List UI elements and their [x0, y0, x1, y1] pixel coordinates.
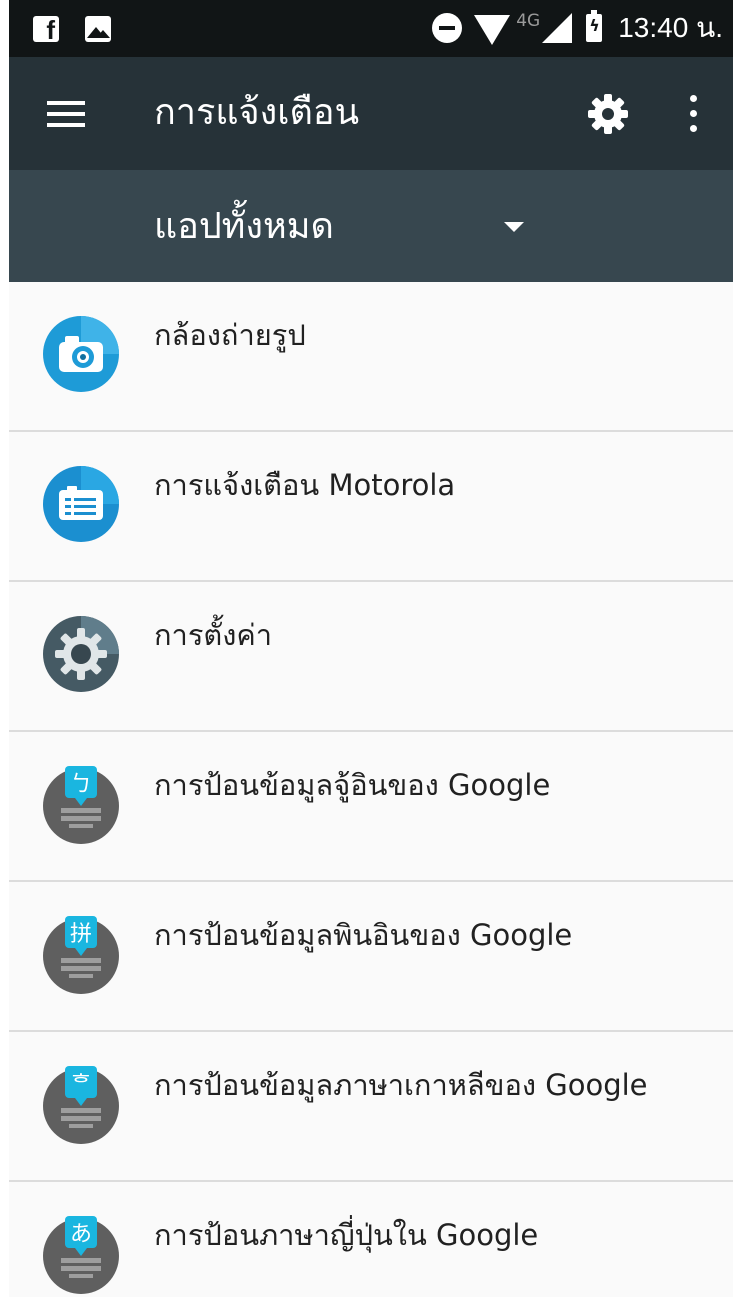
app-name: กล้องถ่ายรูป: [154, 318, 306, 352]
app-toolbar: การแจ้งเตือน: [9, 57, 733, 170]
status-bar-system-icons: 4G ϟ 13:40 น.: [432, 8, 723, 48]
app-name: การป้อนข้อมูลภาษาเกาหลีของ Google: [154, 1068, 648, 1102]
japanese-keyboard-app-icon: あ: [43, 1216, 119, 1294]
do-not-disturb-icon: [432, 13, 463, 43]
list-item-google-zhuyin[interactable]: ㄅ การป้อนข้อมูลจู้อินของ Google: [9, 732, 733, 882]
app-name: การตั้งค่า: [154, 618, 273, 652]
facebook-icon: f: [33, 16, 59, 43]
camera-app-icon: [43, 316, 119, 392]
app-name: การป้อนข้อมูลพินอินของ Google: [154, 918, 573, 952]
list-item-settings[interactable]: การตั้งค่า: [9, 582, 733, 732]
menu-icon[interactable]: [47, 101, 85, 127]
filter-bar: แอปทั้งหมด: [9, 170, 733, 282]
svg-text:ᄒ: ᄒ: [71, 1072, 91, 1097]
status-bar: f 4G ϟ 13:40 น.: [9, 0, 733, 57]
page-title: การแจ้งเตือน: [154, 92, 360, 133]
app-list: กล้องถ่ายรูป การแจ้งเตือน Motorola การตั…: [9, 282, 733, 1297]
motorola-notification-app-icon: [43, 466, 119, 542]
list-item-google-pinyin[interactable]: 拼 การป้อนข้อมูลพินอินของ Google: [9, 882, 733, 1032]
svg-text:拼: 拼: [70, 922, 92, 947]
status-bar-notifications: f: [33, 16, 111, 43]
status-bar-clock: 13:40 น.: [618, 12, 723, 43]
chevron-down-icon: [504, 222, 524, 232]
image-icon: [85, 16, 111, 42]
app-filter-dropdown[interactable]: แอปทั้งหมด: [154, 202, 534, 252]
app-name: การแจ้งเตือน Motorola: [154, 468, 456, 502]
signal-icon: [542, 13, 573, 43]
list-item-google-korean[interactable]: ᄒ การป้อนข้อมูลภาษาเกาหลีของ Google: [9, 1032, 733, 1182]
app-name: การป้อนภาษาญี่ปุ่นใน Google: [154, 1218, 539, 1252]
list-item-motorola-notifications[interactable]: การแจ้งเตือน Motorola: [9, 432, 733, 582]
list-item-google-japanese[interactable]: あ การป้อนภาษาญี่ปุ่นใน Google: [9, 1182, 733, 1297]
app-name: การป้อนข้อมูลจู้อินของ Google: [154, 768, 551, 802]
gear-icon[interactable]: [585, 91, 631, 137]
korean-keyboard-app-icon: ᄒ: [43, 1066, 119, 1144]
pinyin-keyboard-app-icon: 拼: [43, 916, 119, 994]
battery-charging-icon: ϟ: [586, 10, 603, 42]
settings-app-icon: [43, 616, 119, 692]
svg-text:あ: あ: [70, 1222, 92, 1247]
more-options-icon[interactable]: [687, 93, 699, 135]
svg-text:ㄅ: ㄅ: [70, 772, 92, 797]
app-filter-selected: แอปทั้งหมด: [154, 206, 334, 247]
list-item-camera[interactable]: กล้องถ่ายรูป: [9, 282, 733, 432]
zhuyin-keyboard-app-icon: ㄅ: [43, 766, 119, 844]
wifi-icon: [474, 15, 511, 45]
network-type-label: 4G: [516, 11, 541, 31]
notifications-screen: f 4G ϟ 13:40 น. การแจ้งเตือน แอปทั้งหมด …: [0, 0, 733, 1297]
